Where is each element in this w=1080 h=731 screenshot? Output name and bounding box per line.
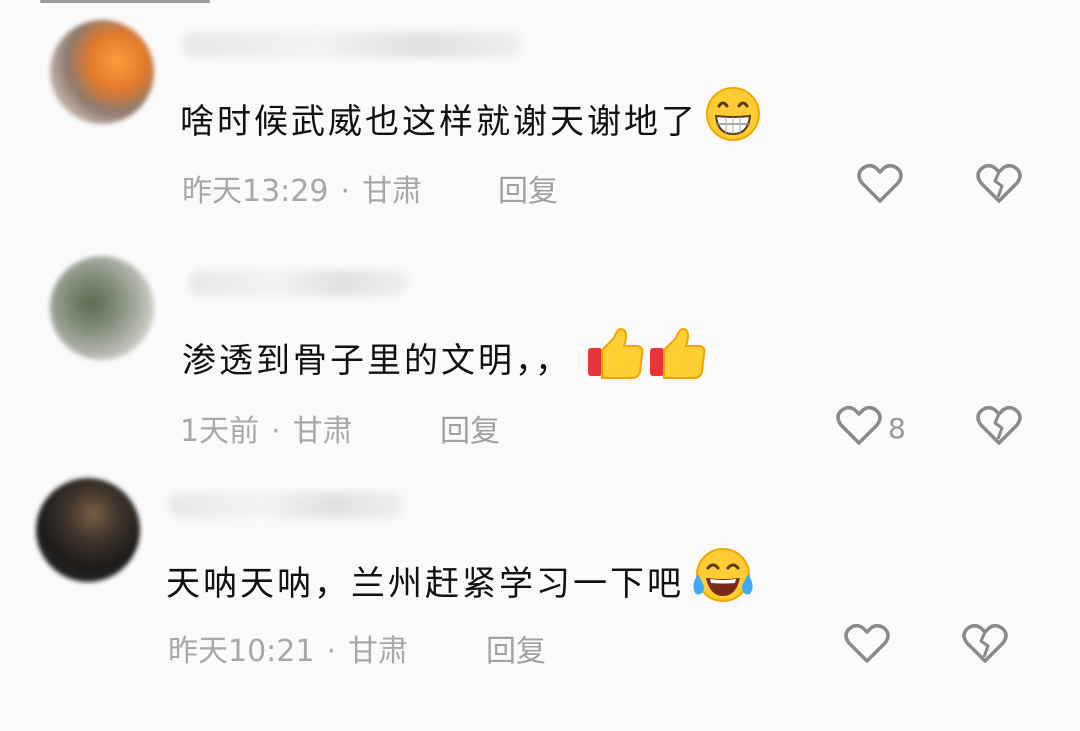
comment-meta: 1天前 · 甘肃 (180, 406, 353, 450)
comment-text-content: 天呐天呐，兰州赶紧学习一下吧 (166, 564, 684, 604)
comment-text-content: 渗透到骨子里的文明，， (182, 341, 572, 381)
comment-text: 啥时候武威也这样就谢天谢地了 (180, 86, 762, 151)
comment-text: 天呐天呐，兰州赶紧学习一下吧 (166, 546, 758, 615)
username-blurred[interactable] (168, 492, 404, 518)
comment-item: 渗透到骨子里的文明，， 1天前 · 甘肃 回复 8 (0, 240, 1080, 470)
broken-heart-outline-icon[interactable] (976, 162, 1022, 204)
username-blurred[interactable] (188, 270, 408, 296)
thumbs-up-icon (586, 324, 706, 391)
avatar[interactable] (50, 20, 154, 124)
comment-time: 昨天13:29 (182, 174, 329, 209)
like-count: 8 (888, 412, 906, 445)
comment-location: 甘肃 (362, 174, 423, 209)
comment-text: 渗透到骨子里的文明，， (182, 324, 706, 391)
grinning-face-icon (704, 86, 762, 151)
comment-item: 啥时候武威也这样就谢天谢地了 昨天13:29 · 甘肃 回复 (0, 0, 1080, 230)
broken-heart-outline-icon[interactable] (976, 404, 1022, 446)
avatar[interactable] (50, 256, 154, 360)
reply-button[interactable]: 回复 (440, 406, 500, 450)
avatar[interactable] (36, 478, 140, 582)
tears-of-joy-icon (688, 546, 758, 615)
username-blurred[interactable] (182, 32, 522, 58)
comment-meta: 昨天10:21 · 甘肃 (168, 626, 408, 670)
comment-time: 昨天10:21 (168, 634, 315, 669)
meta-separator: · (326, 634, 337, 669)
heart-outline-icon[interactable] (844, 622, 890, 664)
reply-button[interactable]: 回复 (498, 166, 558, 210)
comment-location: 甘肃 (348, 634, 409, 669)
comment-item: 天呐天呐，兰州赶紧学习一下吧 昨天10:21 · 甘肃 回复 (0, 470, 1080, 700)
comment-text-content: 啥时候武威也这样就谢天谢地了 (180, 102, 698, 142)
heart-outline-icon[interactable] (836, 404, 882, 446)
meta-separator: · (340, 174, 351, 209)
reply-button[interactable]: 回复 (486, 626, 546, 670)
comment-location: 甘肃 (292, 414, 353, 449)
comment-meta: 昨天13:29 · 甘肃 (182, 166, 422, 210)
heart-outline-icon[interactable] (857, 162, 903, 204)
meta-separator: · (271, 414, 281, 449)
comment-time: 1天前 (180, 414, 260, 449)
broken-heart-outline-icon[interactable] (962, 622, 1008, 664)
